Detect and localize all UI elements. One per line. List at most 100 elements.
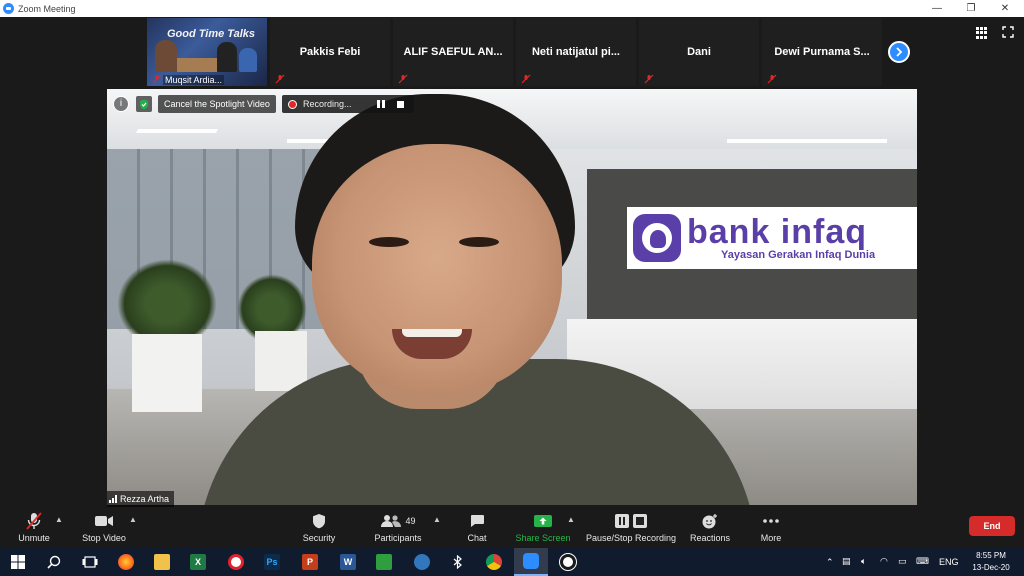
- window-title: Zoom Meeting: [18, 3, 76, 14]
- taskbar-excel[interactable]: X: [188, 552, 208, 572]
- participant-count: 49: [405, 516, 416, 526]
- recording-indicator: Recording...: [282, 95, 414, 113]
- end-meeting-button[interactable]: End: [969, 516, 1015, 536]
- share-screen-button[interactable]: Share Screen: [514, 507, 572, 548]
- participant-thumbnail[interactable]: Good Time Talks Muqsit Ardia...: [146, 17, 268, 87]
- shield-icon: [313, 514, 325, 529]
- taskbar-app[interactable]: [374, 552, 394, 572]
- participants-options-caret[interactable]: ▲: [433, 515, 441, 524]
- participant-thumbnail[interactable]: Neti natijatul pi...: [515, 17, 637, 87]
- tray-keyboard-icon[interactable]: ⌨: [916, 556, 929, 567]
- ceiling-light: [727, 139, 887, 143]
- encryption-shield-button[interactable]: [136, 96, 152, 112]
- security-label: Security: [302, 533, 336, 543]
- taskbar-word[interactable]: W: [338, 552, 358, 572]
- taskbar-opera[interactable]: [226, 552, 246, 572]
- plant-pot: [255, 331, 307, 391]
- taskbar-firefox[interactable]: [116, 552, 136, 572]
- taskbar-chrome[interactable]: [484, 552, 504, 572]
- participant-thumbnail[interactable]: Dewi Purnama S...: [761, 17, 883, 87]
- mic-muted-icon: [152, 74, 162, 84]
- reactions-label: Reactions: [689, 533, 731, 543]
- poster-person: [217, 42, 237, 72]
- chrome-icon: [486, 554, 502, 570]
- speaker-eye: [369, 237, 409, 247]
- pause-recording-button[interactable]: [377, 100, 385, 108]
- participants-button[interactable]: 49 Participants: [372, 507, 424, 548]
- security-button[interactable]: Security: [298, 507, 340, 548]
- poster-person: [239, 48, 257, 72]
- start-button[interactable]: [8, 552, 28, 572]
- share-options-caret[interactable]: ▲: [567, 515, 575, 524]
- pause-stop-recording-button[interactable]: Pause/Stop Recording: [584, 507, 678, 548]
- reactions-button[interactable]: Reactions: [688, 507, 732, 548]
- restore-button[interactable]: ❐: [954, 0, 988, 17]
- audio-options-caret[interactable]: ▲: [55, 515, 63, 524]
- taskbar-photoshop[interactable]: Ps: [262, 552, 282, 572]
- zoom-app-icon: [3, 3, 14, 14]
- opera-icon: [228, 554, 244, 570]
- participant-thumbnail[interactable]: Pakkis Febi: [269, 17, 391, 87]
- cancel-spotlight-button[interactable]: Cancel the Spotlight Video: [158, 95, 276, 113]
- speaker-name: Rezza Artha: [120, 494, 170, 504]
- clock-time: 8:55 PM: [976, 551, 1006, 560]
- taskbar-bluetooth[interactable]: [448, 552, 468, 572]
- unmute-label: Unmute: [18, 533, 50, 543]
- fullscreen-button[interactable]: [1001, 26, 1015, 40]
- video-options-caret[interactable]: ▲: [129, 515, 137, 524]
- chevron-right-icon: [896, 47, 903, 57]
- tray-wifi-icon[interactable]: ◠: [880, 556, 888, 567]
- taskbar-file-explorer[interactable]: [152, 552, 172, 572]
- ceiling-light: [135, 129, 219, 133]
- stop-recording-button[interactable]: [397, 100, 404, 108]
- task-view-button[interactable]: [80, 552, 100, 572]
- speaker-name-tag: Rezza Artha: [107, 491, 175, 507]
- chat-label: Chat: [467, 533, 487, 543]
- stop-video-button[interactable]: Stop Video: [80, 507, 128, 548]
- shield-check-icon: [140, 99, 148, 109]
- logo-brand-text: bank infaq: [687, 213, 868, 251]
- participant-thumbnail-strip: Good Time Talks Muqsit Ardia... Pakkis F…: [146, 17, 883, 87]
- tray-network-icon[interactable]: ▤: [842, 556, 851, 567]
- taskbar-edge[interactable]: [412, 552, 432, 572]
- close-button[interactable]: ✕: [988, 0, 1022, 17]
- share-screen-label: Share Screen: [515, 533, 571, 543]
- meeting-area: Good Time Talks Muqsit Ardia... Pakkis F…: [0, 17, 1024, 507]
- participant-thumbnail[interactable]: Dani: [638, 17, 760, 87]
- mic-muted-icon: [26, 512, 42, 530]
- firefox-icon: [118, 554, 134, 570]
- tray-notification-icon[interactable]: ▭: [898, 556, 907, 567]
- participant-name: Pakkis Febi: [299, 46, 361, 58]
- minimize-button[interactable]: —: [920, 0, 954, 17]
- participants-label: Participants: [374, 533, 422, 543]
- word-icon: W: [340, 554, 356, 570]
- unmute-button[interactable]: Unmute: [14, 507, 54, 548]
- recording-dot-icon: [288, 99, 297, 109]
- taskbar-zoom[interactable]: [514, 548, 548, 576]
- taskbar-powerpoint[interactable]: P: [300, 552, 320, 572]
- mic-muted-icon: [275, 74, 285, 84]
- tray-show-hidden-icon[interactable]: ⌃: [826, 557, 834, 568]
- search-icon: [47, 555, 61, 569]
- tray-language[interactable]: ENG: [939, 557, 959, 567]
- taskbar-app[interactable]: [558, 552, 578, 572]
- tray-volume-icon[interactable]: 🔈︎: [861, 556, 866, 567]
- chat-button[interactable]: Chat: [462, 507, 492, 548]
- participant-name: Neti natijatul pi...: [531, 46, 620, 58]
- mic-muted-icon: [767, 74, 777, 84]
- next-page-button[interactable]: [888, 41, 910, 63]
- chat-bubble-icon: [471, 515, 484, 527]
- taskbar-search-button[interactable]: [44, 552, 64, 572]
- participant-thumbnail[interactable]: ALIF SAEFUL AN...: [392, 17, 514, 87]
- fullscreen-icon: [1002, 26, 1014, 38]
- poster-title: Good Time Talks: [167, 28, 256, 40]
- gallery-view-button[interactable]: [976, 27, 988, 39]
- mic-muted-icon: [644, 74, 654, 84]
- excel-icon: X: [190, 554, 206, 570]
- more-button[interactable]: More: [756, 507, 786, 548]
- pen-tool-icon: [376, 554, 392, 570]
- meeting-info-button[interactable]: i: [113, 96, 129, 112]
- photoshop-icon: Ps: [264, 554, 280, 570]
- more-dots-icon: [763, 519, 779, 523]
- taskbar-clock[interactable]: 8:55 PM 13-Dec-20: [966, 550, 1016, 574]
